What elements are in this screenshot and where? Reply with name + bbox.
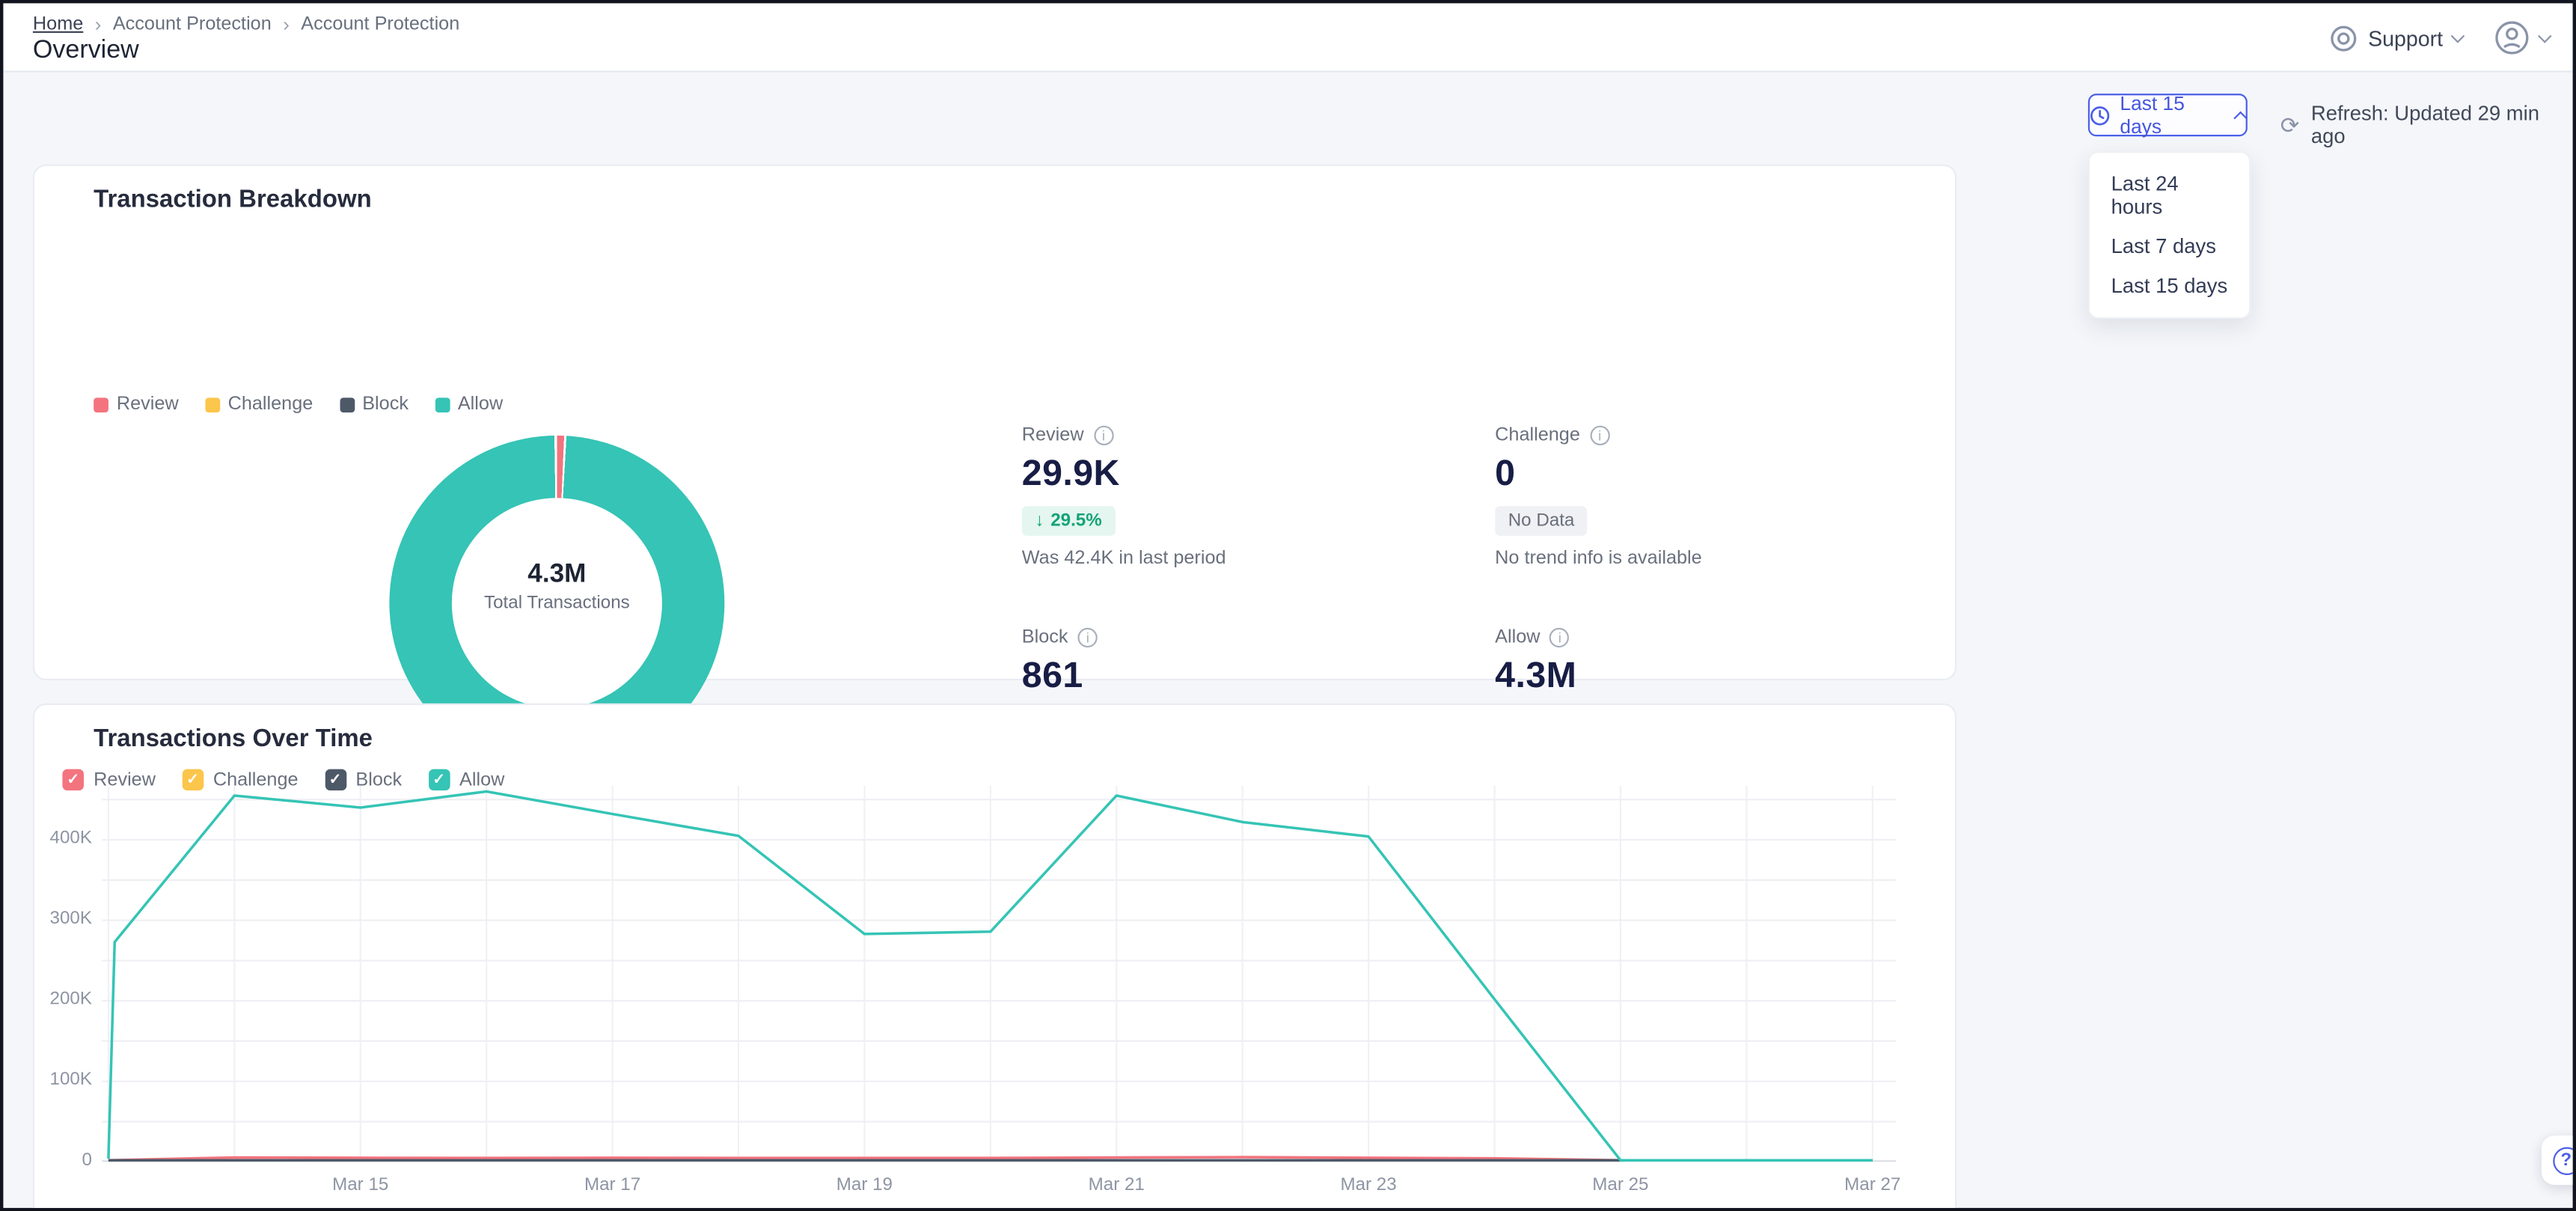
question-mark-icon: ? [2552,1147,2576,1174]
series-toggle-label: Allow [459,770,504,790]
app-root: Home › Account Protection › Account Prot… [0,0,2576,1211]
support-label: Support [2368,25,2443,50]
support-icon [2331,24,2358,52]
breadcrumb-home[interactable]: Home [33,15,83,34]
stat-value: 4.3M [1495,654,1922,697]
y-axis-tick: 200K [33,989,92,1009]
x-axis-tick: Mar 15 [332,1175,388,1195]
user-menu-button[interactable] [2494,19,2550,55]
overtime-card-title: Transactions Over Time [94,725,373,752]
arrow-down-icon: ↓ [1035,511,1044,531]
line-chart[interactable]: 0100K200K300K400KMar 15Mar 17Mar 19Mar 2… [102,786,1896,1162]
legend-swatch [205,397,220,412]
series-toggle-review[interactable]: Review [62,769,156,791]
donut-total-value: 4.3M [389,561,724,591]
refresh-label: Refresh: Updated 29 min ago [2311,102,2573,147]
checkbox-checked-icon[interactable] [62,769,84,791]
stat-value: 29.9K [1022,452,1449,495]
y-axis-tick: 0 [33,1150,92,1170]
stat-caption: No trend info is available [1495,549,1922,568]
series-toggle-block[interactable]: Block [325,769,402,791]
stat-label: Allow [1495,628,1540,647]
breadcrumb-separator-icon: › [95,13,102,37]
checkbox-checked-icon[interactable] [325,769,346,791]
stat-label: Review [1022,426,1084,445]
legend-label: Challenge [228,394,313,414]
x-axis-tick: Mar 25 [1592,1175,1648,1195]
x-axis-tick: Mar 21 [1089,1175,1145,1195]
x-axis-tick: Mar 23 [1340,1175,1396,1195]
breadcrumb-current: Account Protection [301,15,459,34]
chevron-up-icon [2234,111,2248,124]
legend-item-challenge[interactable]: Challenge [205,394,313,414]
info-icon[interactable] [1550,628,1570,647]
badge-text: 29.5% [1050,511,1102,531]
legend-label: Review [117,394,179,414]
stat-value: 0 [1495,452,1922,495]
y-axis-tick: 300K [33,909,92,928]
donut-total-label: Total Transactions [389,594,724,613]
info-icon[interactable] [1590,426,1609,445]
series-toggle-label: Review [94,770,156,790]
time-range-label: Last 15 days [2120,92,2226,138]
time-range-menu: Last 24 hours Last 7 days Last 15 days [2088,151,2251,319]
series-toggle-label: Challenge [213,770,299,790]
badge-text: No Data [1508,511,1575,531]
stat-challenge: Challenge 0 No Data No trend info is ava… [1495,426,1922,569]
menu-item-last-15-days[interactable]: Last 15 days [2090,266,2249,306]
legend-item-review[interactable]: Review [94,394,179,414]
chevron-down-icon [2451,28,2465,43]
legend-item-allow[interactable]: Allow [435,394,503,414]
donut-center-text: 4.3M Total Transactions [389,561,724,613]
y-axis-tick: 400K [33,829,92,848]
x-axis-tick: Mar 19 [836,1175,893,1195]
legend-swatch [94,397,108,412]
legend-swatch [435,397,450,412]
breadcrumb-separator-icon: › [283,13,290,37]
clock-icon [2090,104,2110,126]
checkbox-checked-icon[interactable] [428,769,450,791]
breadcrumb: Home › Account Protection › Account Prot… [33,13,459,37]
menu-item-last-24-hours[interactable]: Last 24 hours [2090,165,2249,227]
y-axis-tick: 100K [33,1070,92,1089]
series-toggle-label: Block [355,770,402,790]
support-menu-button[interactable]: Support [2331,24,2463,52]
x-axis-tick: Mar 27 [1844,1175,1900,1195]
info-icon[interactable] [1078,628,1098,647]
overtime-legend: Review Challenge Block Allow [62,769,504,791]
x-axis-tick: Mar 17 [584,1175,640,1195]
stat-review: Review 29.9K ↓ 29.5% Was 42.4K in last pe… [1022,426,1449,569]
legend-swatch [339,397,354,412]
trend-badge: ↓ 29.5% [1022,506,1116,536]
header-right: Support [2331,3,2550,72]
legend-label: Block [362,394,409,414]
info-icon[interactable] [1094,426,1113,445]
stat-value: 861 [1022,654,1449,697]
breadcrumb-account-protection[interactable]: Account Protection [113,15,272,34]
stat-label: Challenge [1495,426,1580,445]
page-title: Overview [33,36,139,66]
series-toggle-challenge[interactable]: Challenge [182,769,298,791]
stat-label: Block [1022,628,1068,647]
menu-item-last-7-days[interactable]: Last 7 days [2090,227,2249,266]
refresh-icon: ⟳ [2280,114,2300,137]
legend-label: Allow [458,394,503,414]
help-button[interactable]: ? [2542,1135,2576,1185]
time-range-button[interactable]: Last 15 days [2088,94,2248,136]
series-toggle-allow[interactable]: Allow [428,769,504,791]
breakdown-card-title: Transaction Breakdown [94,186,372,213]
avatar-icon [2494,19,2530,55]
checkbox-checked-icon[interactable] [182,769,204,791]
transaction-breakdown-card: Transaction Breakdown Review Challenge B… [33,165,1957,680]
breakdown-legend: Review Challenge Block Allow [94,394,503,414]
refresh-button[interactable]: ⟳ Refresh: Updated 29 min ago [2280,102,2573,147]
header: Home › Account Protection › Account Prot… [3,3,2572,72]
stat-caption: Was 42.4K in last period [1022,549,1449,568]
chevron-down-icon [2538,28,2552,43]
legend-item-block[interactable]: Block [339,394,408,414]
trend-badge: No Data [1495,506,1588,536]
